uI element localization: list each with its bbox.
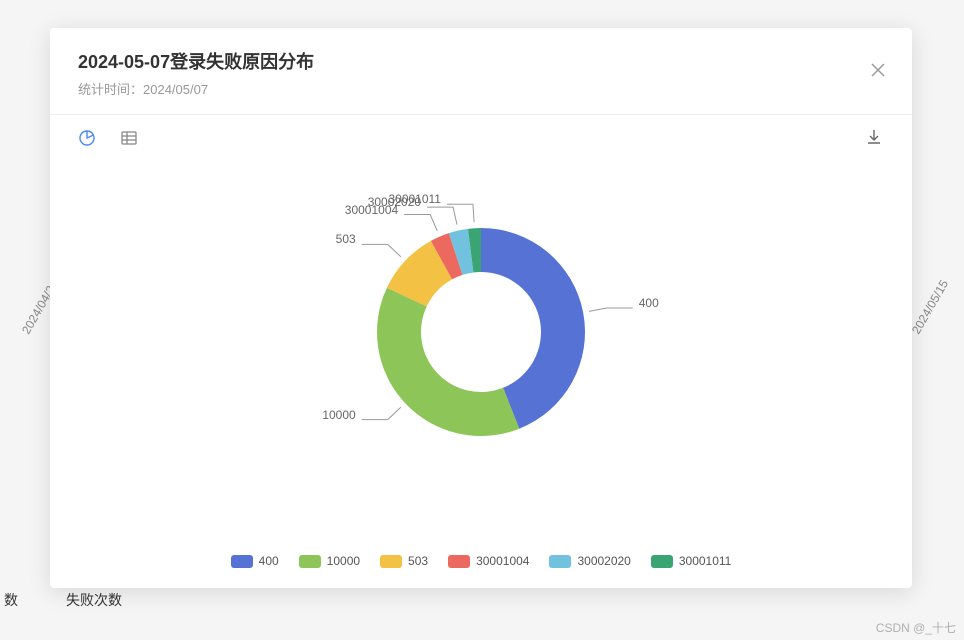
donut-slice[interactable] <box>377 288 519 436</box>
table-icon <box>121 130 137 146</box>
legend-label: 30002020 <box>577 554 630 568</box>
table-view-button[interactable] <box>120 129 138 147</box>
pie-chart-icon <box>79 130 95 146</box>
legend-label: 503 <box>408 554 428 568</box>
legend-label: 400 <box>259 554 279 568</box>
download-button[interactable] <box>866 129 884 147</box>
legend-item[interactable]: 30002020 <box>549 554 630 568</box>
legend-swatch <box>299 555 321 568</box>
close-button[interactable] <box>868 60 888 80</box>
watermark-text: CSDN @_十七 <box>876 619 956 636</box>
close-icon <box>871 63 885 77</box>
legend-swatch <box>380 555 402 568</box>
leader-line <box>404 215 437 232</box>
pie-view-button[interactable] <box>78 129 96 147</box>
legend-item[interactable]: 503 <box>380 554 428 568</box>
bg-bottom-label-1: 数 <box>4 590 18 610</box>
bg-axis-date-right: 2024/05/15 <box>909 277 951 336</box>
leader-line <box>427 207 457 225</box>
leader-line <box>362 244 401 256</box>
legend-swatch <box>549 555 571 568</box>
legend-item[interactable]: 10000 <box>299 554 360 568</box>
subtitle-date: 2024/05/07 <box>143 82 208 97</box>
toolbar <box>50 115 912 153</box>
modal-subtitle: 统计时间：2024/05/07 <box>78 79 884 98</box>
legend-item[interactable]: 400 <box>231 554 279 568</box>
legend-item[interactable]: 30001004 <box>448 554 529 568</box>
donut-chart <box>281 172 681 492</box>
bg-bottom-label-2: 失败次数 <box>66 590 122 610</box>
legend-label: 30001011 <box>679 554 732 568</box>
modal-title: 2024-05-07登录失败原因分布 <box>78 50 884 75</box>
legend-swatch <box>448 555 470 568</box>
leader-line <box>362 407 401 419</box>
legend-label: 30001004 <box>476 554 529 568</box>
download-icon <box>866 129 882 145</box>
chart-area: 40010000503300010043000202030001011 <box>50 153 912 542</box>
legend-swatch <box>651 555 673 568</box>
legend-label: 10000 <box>327 554 360 568</box>
legend: 400 10000 503 30001004 30002020 30001011 <box>50 542 912 588</box>
legend-item[interactable]: 30001011 <box>651 554 732 568</box>
chart-modal: 2024-05-07登录失败原因分布 统计时间：2024/05/07 400 10… <box>50 28 912 588</box>
leader-line <box>589 308 633 311</box>
subtitle-prefix: 统计时间： <box>78 82 143 97</box>
modal-header: 2024-05-07登录失败原因分布 统计时间：2024/05/07 <box>50 28 912 115</box>
legend-swatch <box>231 555 253 568</box>
